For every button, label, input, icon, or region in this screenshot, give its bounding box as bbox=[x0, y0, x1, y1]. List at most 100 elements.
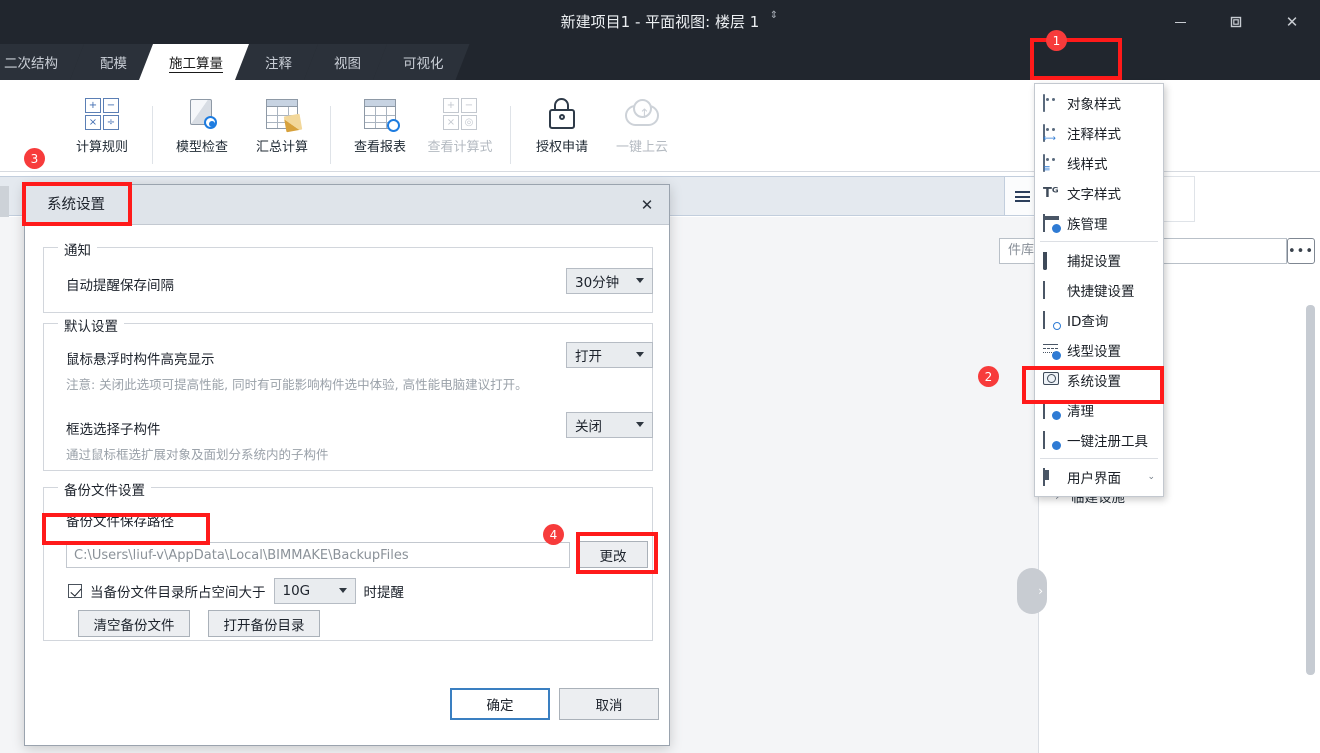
summary-calc-icon bbox=[266, 92, 303, 136]
minimize-button[interactable] bbox=[1152, 0, 1208, 44]
view-formula-icon: + − × ◎ bbox=[443, 92, 477, 136]
menu-separator bbox=[1040, 458, 1158, 459]
backup-size-suffix-label: 时提醒 bbox=[363, 585, 405, 601]
lock-icon bbox=[548, 92, 576, 136]
tab-construction-quantity[interactable]: 施工算量 bbox=[139, 44, 249, 80]
backup-size-checkbox[interactable] bbox=[68, 584, 82, 598]
menu-separator bbox=[1040, 241, 1158, 242]
menu-item-text-style[interactable]: Tᴳ 文字样式 bbox=[1035, 178, 1163, 208]
model-check-button[interactable]: 模型检查 bbox=[162, 86, 242, 164]
model-check-icon bbox=[187, 92, 217, 136]
combo-value: 30分钟 bbox=[575, 275, 620, 291]
magnet-icon bbox=[1043, 251, 1060, 270]
menu-item-line-style[interactable]: ≡ 线样式 bbox=[1035, 148, 1163, 178]
backup-path-label: 备份文件保存路径 bbox=[66, 514, 174, 530]
calc-rule-button[interactable]: + − × ÷ 计算规则 bbox=[62, 86, 142, 164]
menu-item-family-manage[interactable]: 族管理 bbox=[1035, 208, 1163, 238]
ribbon-group-license: 授权申请 ↑ 一键上云 bbox=[522, 86, 682, 166]
ribbon-tab-list: 二次结构 配模 施工算量 注释 视图 可视化 bbox=[0, 44, 456, 80]
menu-item-object-style[interactable]: 对象样式 bbox=[1035, 88, 1163, 118]
linetype-icon bbox=[1043, 342, 1061, 360]
menu-item-snap-settings[interactable]: 捕捉设置 bbox=[1035, 245, 1163, 275]
chevron-down-icon bbox=[338, 588, 347, 593]
dialog-title: 系统设置 bbox=[47, 197, 105, 213]
chevron-down-icon[interactable]: ⌄ bbox=[1147, 472, 1155, 482]
family-manage-icon bbox=[1043, 213, 1061, 233]
line-style-icon: ≡ bbox=[1043, 153, 1060, 174]
cancel-button[interactable]: 取消 bbox=[559, 688, 659, 720]
view-formula-button[interactable]: + − × ◎ 查看计算式 bbox=[420, 86, 500, 164]
ribbon-separator bbox=[510, 106, 511, 164]
ribbon-separator bbox=[152, 106, 153, 164]
dialog-titlebar: 系统设置 ✕ bbox=[25, 185, 669, 225]
window-controls: ✕ bbox=[1152, 0, 1320, 44]
clean-icon bbox=[1043, 400, 1061, 420]
box-select-child-label: 框选选择子构件 bbox=[66, 422, 161, 438]
id-search-icon bbox=[1043, 310, 1061, 330]
box-select-child-hint: 通过鼠标框选扩展对象及面划分系统内的子构件 bbox=[66, 447, 329, 462]
title-spinner-icon[interactable]: ⇕ bbox=[768, 11, 780, 31]
text-style-icon: Tᴳ bbox=[1043, 185, 1059, 201]
hover-highlight-label: 鼠标悬浮时构件高亮显示 bbox=[66, 352, 215, 368]
manage-dropdown-menu: 对象样式 ⟷ 注释样式 ≡ 线样式 Tᴳ 文字样式 族管理 捕捉设置 快捷键设置… bbox=[1034, 83, 1164, 497]
cloud-upload-button[interactable]: ↑ 一键上云 bbox=[602, 86, 682, 164]
license-request-button[interactable]: 授权申请 bbox=[522, 86, 602, 164]
backup-size-combo[interactable]: 10G bbox=[273, 578, 356, 604]
more-options-button[interactable]: ••• bbox=[1287, 238, 1315, 264]
open-backup-dir-button[interactable]: 打开备份目录 bbox=[208, 610, 320, 637]
defaults-fieldset: 默认设置 鼠标悬浮时构件高亮显示 打开 注意: 关闭此选项可提高性能, 同时有可… bbox=[43, 315, 653, 471]
hamburger-icon bbox=[1014, 190, 1030, 202]
auto-save-interval-label: 自动提醒保存间隔 bbox=[66, 278, 174, 294]
backup-fieldset: 备份文件设置 备份文件保存路径 C:\Users\liuf-v\AppData\… bbox=[43, 479, 653, 641]
annotation-style-icon: ⟷ bbox=[1043, 123, 1060, 144]
system-settings-dialog: 系统设置 ✕ 通知 自动提醒保存间隔 30分钟 默认设置 鼠标悬浮时构件高亮显示… bbox=[24, 184, 670, 746]
palette-icon bbox=[1043, 93, 1060, 112]
ui-icon bbox=[1043, 467, 1060, 486]
calc-rule-icon: + − × ÷ bbox=[85, 92, 119, 136]
backup-path-input[interactable]: C:\Users\liuf-v\AppData\Local\BIMMAKE\Ba… bbox=[66, 542, 570, 568]
menu-item-user-interface[interactable]: 用户界面 ⌄ bbox=[1035, 462, 1163, 492]
menu-item-annotation-style[interactable]: ⟷ 注释样式 bbox=[1035, 118, 1163, 148]
panel-scrollbar[interactable] bbox=[1306, 305, 1315, 675]
keyboard-icon bbox=[1043, 280, 1060, 299]
clear-backup-button[interactable]: 清空备份文件 bbox=[78, 610, 190, 637]
chevron-down-icon bbox=[636, 422, 644, 427]
ribbon-separator bbox=[330, 106, 331, 164]
combo-value: 关闭 bbox=[575, 419, 602, 435]
combo-value: 10G bbox=[282, 583, 311, 599]
chevron-down-icon bbox=[636, 352, 644, 357]
menu-item-shortcut-settings[interactable]: 快捷键设置 bbox=[1035, 275, 1163, 305]
backup-legend: 备份文件设置 bbox=[58, 479, 151, 499]
tab-view[interactable]: 视图 bbox=[304, 44, 387, 80]
tab-visualization[interactable]: 可视化 bbox=[373, 44, 470, 80]
summary-calc-button[interactable]: 汇总计算 bbox=[242, 86, 322, 164]
auto-save-interval-combo[interactable]: 30分钟 bbox=[566, 268, 653, 294]
cloud-upload-icon: ↑ bbox=[625, 92, 659, 136]
chevron-down-icon bbox=[636, 278, 644, 283]
notify-legend: 通知 bbox=[58, 239, 97, 259]
menu-item-linetype-settings[interactable]: 线型设置 bbox=[1035, 335, 1163, 365]
window-title: 新建项目1 - 平面视图: 楼层 1 bbox=[560, 13, 760, 31]
restore-button[interactable] bbox=[1208, 0, 1264, 44]
notify-fieldset: 通知 自动提醒保存间隔 30分钟 bbox=[43, 239, 653, 313]
hover-highlight-hint: 注意: 关闭此选项可提高性能, 同时有可能影响构件选中体验, 高性能电脑建议打开… bbox=[66, 377, 528, 392]
menu-item-register-tool[interactable]: 一键注册工具 bbox=[1035, 425, 1163, 455]
menu-item-cleanup[interactable]: 清理 bbox=[1035, 395, 1163, 425]
dialog-close-button[interactable]: ✕ bbox=[635, 194, 659, 216]
hover-highlight-combo[interactable]: 打开 bbox=[566, 342, 653, 368]
tab-annotation[interactable]: 注释 bbox=[235, 44, 318, 80]
menu-item-id-query[interactable]: ID查询 bbox=[1035, 305, 1163, 335]
ribbon-group-report: 查看报表 + − × ◎ 查看计算式 bbox=[340, 86, 500, 166]
menu-item-system-settings[interactable]: 系统设置 bbox=[1035, 365, 1163, 395]
backup-size-prefix-label: 当备份文件目录所占空间大于 bbox=[90, 585, 266, 601]
close-button[interactable]: ✕ bbox=[1264, 0, 1320, 44]
ok-button[interactable]: 确定 bbox=[450, 688, 550, 720]
view-report-icon bbox=[364, 92, 400, 136]
ribbon-group-check: 模型检查 汇总计算 bbox=[162, 86, 322, 166]
view-report-button[interactable]: 查看报表 bbox=[340, 86, 420, 164]
box-select-child-combo[interactable]: 关闭 bbox=[566, 412, 653, 438]
change-path-button[interactable]: 更改 bbox=[578, 541, 648, 568]
panel-collapse-handle[interactable]: › bbox=[1017, 568, 1047, 614]
tab-formwork[interactable]: 配模 bbox=[70, 44, 153, 80]
tab-secondary-structure[interactable]: 二次结构 bbox=[0, 44, 84, 80]
